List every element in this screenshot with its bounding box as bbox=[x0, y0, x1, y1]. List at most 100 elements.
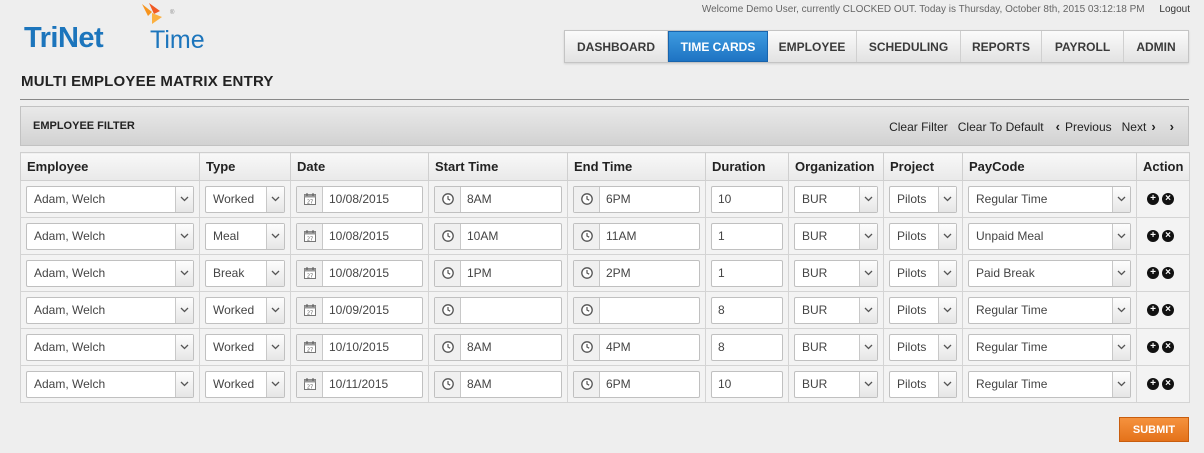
column-header-organization[interactable]: Organization bbox=[788, 152, 884, 181]
employee-filter-label[interactable]: EMPLOYEE FILTER bbox=[33, 120, 135, 132]
type-select[interactable]: Meal bbox=[205, 222, 285, 250]
remove-row-icon[interactable]: × bbox=[1162, 230, 1174, 242]
add-row-icon[interactable]: + bbox=[1147, 193, 1159, 205]
remove-row-icon[interactable]: × bbox=[1162, 193, 1174, 205]
organization-select[interactable]: BUR bbox=[794, 333, 878, 361]
date-field[interactable]: 27 10/11/2015 bbox=[296, 370, 423, 398]
clock-icon[interactable] bbox=[435, 186, 461, 212]
tab-scheduling[interactable]: SCHEDULING bbox=[857, 31, 961, 62]
chevron-right-icon[interactable]: › bbox=[1151, 119, 1155, 134]
paycode-select[interactable]: Regular Time bbox=[968, 296, 1131, 324]
chevron-down-icon[interactable] bbox=[1112, 371, 1130, 397]
chevron-down-icon[interactable] bbox=[175, 186, 193, 212]
chevron-down-icon[interactable] bbox=[175, 334, 193, 360]
project-select[interactable]: Pilots bbox=[889, 296, 957, 324]
add-row-icon[interactable]: + bbox=[1147, 230, 1159, 242]
calendar-icon[interactable]: 27 bbox=[297, 297, 323, 323]
calendar-icon[interactable]: 27 bbox=[297, 223, 323, 249]
employee-select[interactable]: Adam, Welch bbox=[26, 370, 194, 398]
add-row-icon[interactable]: + bbox=[1147, 341, 1159, 353]
chevron-down-icon[interactable] bbox=[266, 223, 284, 249]
add-row-icon[interactable]: + bbox=[1147, 267, 1159, 279]
date-field[interactable]: 27 10/08/2015 bbox=[296, 259, 423, 287]
organization-select[interactable]: BUR bbox=[794, 259, 878, 287]
date-field[interactable]: 27 10/08/2015 bbox=[296, 185, 423, 213]
add-row-icon[interactable]: + bbox=[1147, 378, 1159, 390]
tab-dashboard[interactable]: DASHBOARD bbox=[565, 31, 668, 62]
column-header-employee[interactable]: Employee bbox=[20, 152, 200, 181]
column-header-type[interactable]: Type bbox=[199, 152, 291, 181]
project-select[interactable]: Pilots bbox=[889, 185, 957, 213]
remove-row-icon[interactable]: × bbox=[1162, 304, 1174, 316]
start-time-field[interactable]: 1PM bbox=[434, 259, 562, 287]
chevron-down-icon[interactable] bbox=[175, 371, 193, 397]
employee-select[interactable]: Adam, Welch bbox=[26, 333, 194, 361]
paycode-select[interactable]: Regular Time bbox=[968, 333, 1131, 361]
start-time-field[interactable]: 10AM bbox=[434, 222, 562, 250]
employee-select[interactable]: Adam, Welch bbox=[26, 222, 194, 250]
chevron-down-icon[interactable] bbox=[938, 334, 956, 360]
clock-icon[interactable] bbox=[435, 260, 461, 286]
project-select[interactable]: Pilots bbox=[889, 333, 957, 361]
start-time-field[interactable] bbox=[434, 296, 562, 324]
column-header-end-time[interactable]: End Time bbox=[567, 152, 706, 181]
project-select[interactable]: Pilots bbox=[889, 222, 957, 250]
date-field[interactable]: 27 10/10/2015 bbox=[296, 333, 423, 361]
employee-select[interactable]: Adam, Welch bbox=[26, 296, 194, 324]
clock-icon[interactable] bbox=[435, 223, 461, 249]
chevron-down-icon[interactable] bbox=[859, 297, 877, 323]
clear-filter-link[interactable]: Clear Filter bbox=[889, 120, 948, 134]
duration-field[interactable]: 1 bbox=[711, 259, 783, 287]
calendar-icon[interactable]: 27 bbox=[297, 260, 323, 286]
chevron-down-icon[interactable] bbox=[175, 223, 193, 249]
chevron-down-icon[interactable] bbox=[938, 186, 956, 212]
chevron-down-icon[interactable] bbox=[266, 297, 284, 323]
clock-icon[interactable] bbox=[574, 334, 600, 360]
chevron-down-icon[interactable] bbox=[175, 297, 193, 323]
type-select[interactable]: Break bbox=[205, 259, 285, 287]
paycode-select[interactable]: Regular Time bbox=[968, 370, 1131, 398]
duration-field[interactable]: 8 bbox=[711, 333, 783, 361]
chevron-down-icon[interactable] bbox=[266, 260, 284, 286]
calendar-icon[interactable]: 27 bbox=[297, 334, 323, 360]
previous-link[interactable]: Previous bbox=[1065, 120, 1112, 134]
clock-icon[interactable] bbox=[574, 223, 600, 249]
paycode-select[interactable]: Regular Time bbox=[968, 185, 1131, 213]
remove-row-icon[interactable]: × bbox=[1162, 378, 1174, 390]
employee-select[interactable]: Adam, Welch bbox=[26, 259, 194, 287]
duration-field[interactable]: 8 bbox=[711, 296, 783, 324]
tab-employee[interactable]: EMPLOYEE bbox=[768, 31, 857, 62]
organization-select[interactable]: BUR bbox=[794, 222, 878, 250]
date-field[interactable]: 27 10/09/2015 bbox=[296, 296, 423, 324]
chevron-down-icon[interactable] bbox=[1112, 186, 1130, 212]
next-link[interactable]: Next bbox=[1122, 120, 1147, 134]
chevron-down-icon[interactable] bbox=[266, 371, 284, 397]
type-select[interactable]: Worked bbox=[205, 185, 285, 213]
clock-icon[interactable] bbox=[435, 334, 461, 360]
clock-icon[interactable] bbox=[435, 297, 461, 323]
end-time-field[interactable]: 2PM bbox=[573, 259, 700, 287]
duration-field[interactable]: 1 bbox=[711, 222, 783, 250]
chevron-left-icon[interactable]: ‹ bbox=[1056, 119, 1060, 134]
chevron-down-icon[interactable] bbox=[938, 223, 956, 249]
column-header-duration[interactable]: Duration bbox=[705, 152, 789, 181]
chevron-down-icon[interactable] bbox=[859, 371, 877, 397]
start-time-field[interactable]: 8AM bbox=[434, 185, 562, 213]
date-field[interactable]: 27 10/08/2015 bbox=[296, 222, 423, 250]
tab-reports[interactable]: REPORTS bbox=[961, 31, 1042, 62]
start-time-field[interactable]: 8AM bbox=[434, 370, 562, 398]
type-select[interactable]: Worked bbox=[205, 296, 285, 324]
clear-to-default-link[interactable]: Clear To Default bbox=[958, 120, 1044, 134]
chevron-down-icon[interactable] bbox=[938, 371, 956, 397]
expand-filter-chevron-icon[interactable]: › bbox=[1170, 119, 1174, 134]
clock-icon[interactable] bbox=[574, 371, 600, 397]
end-time-field[interactable]: 4PM bbox=[573, 333, 700, 361]
chevron-down-icon[interactable] bbox=[266, 334, 284, 360]
end-time-field[interactable]: 6PM bbox=[573, 185, 700, 213]
duration-field[interactable]: 10 bbox=[711, 370, 783, 398]
chevron-down-icon[interactable] bbox=[859, 223, 877, 249]
tab-admin[interactable]: ADMIN bbox=[1124, 31, 1188, 62]
chevron-down-icon[interactable] bbox=[938, 260, 956, 286]
chevron-down-icon[interactable] bbox=[859, 334, 877, 360]
chevron-down-icon[interactable] bbox=[1112, 260, 1130, 286]
